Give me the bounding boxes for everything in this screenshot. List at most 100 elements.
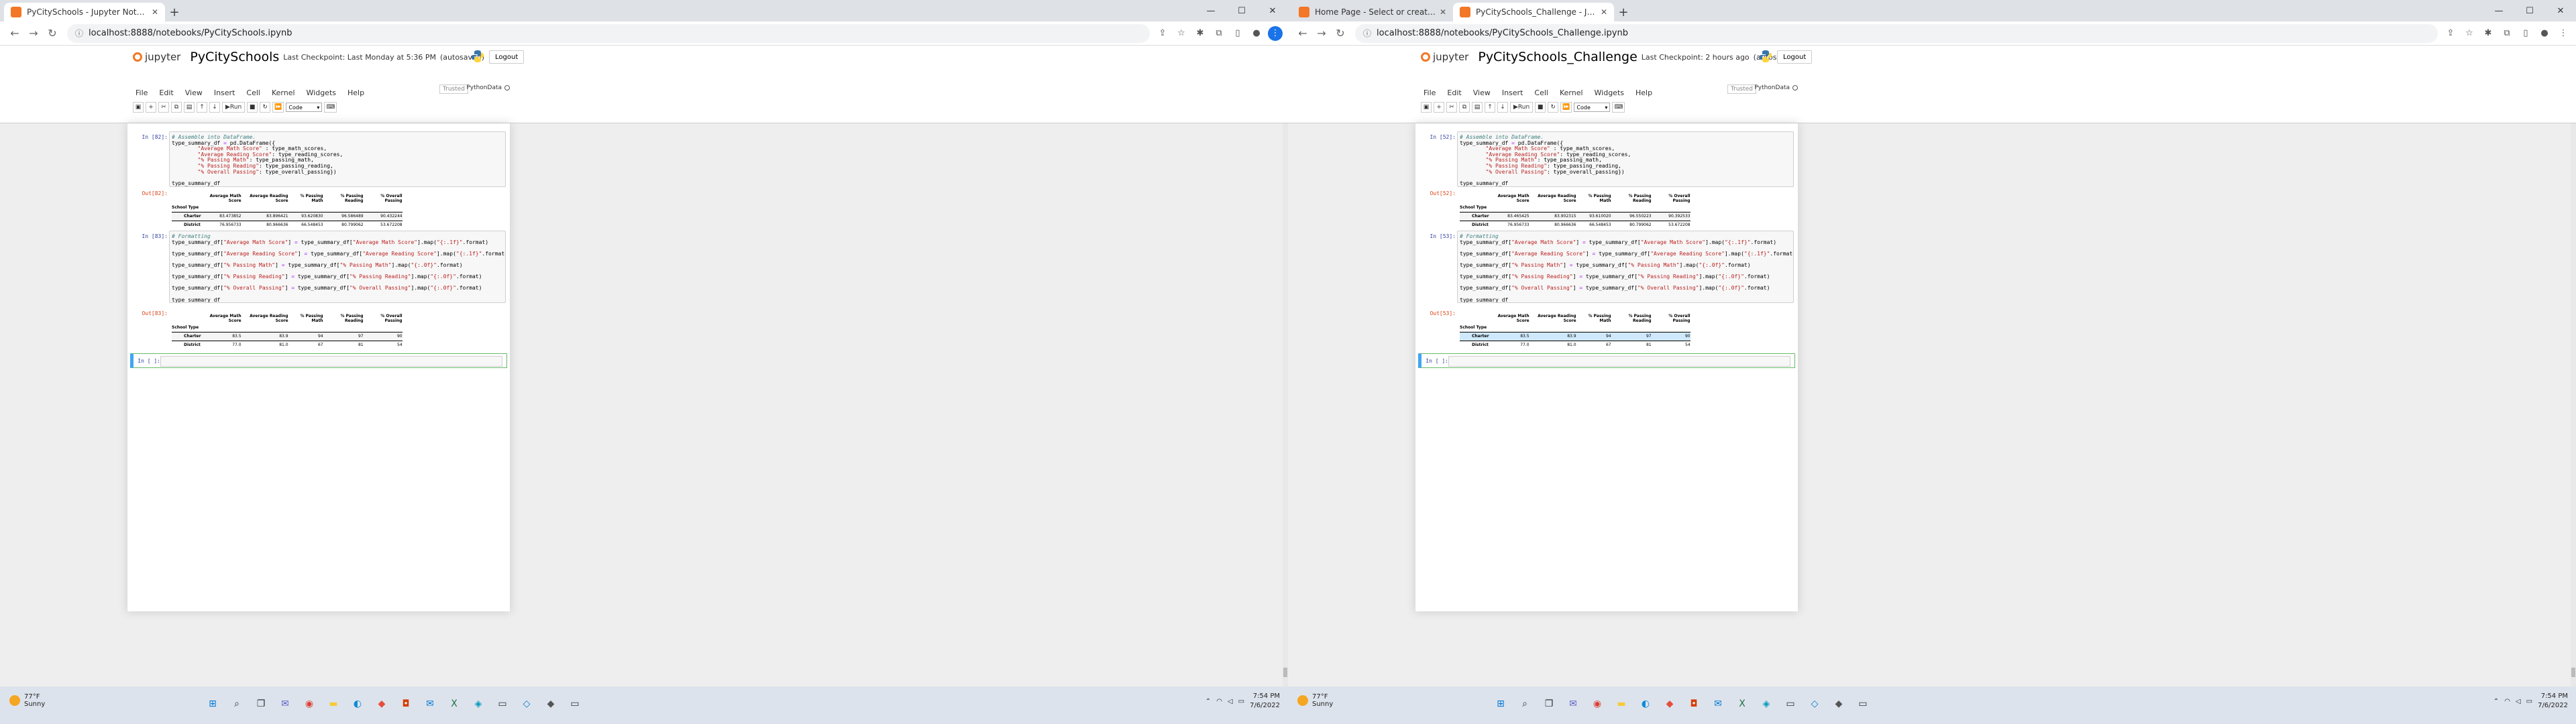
kernel-indicator[interactable]: PythonData: [466, 84, 510, 91]
mail-icon[interactable]: ✉: [421, 695, 439, 713]
excel-icon[interactable]: X: [445, 695, 464, 713]
mail-icon[interactable]: ✉: [1709, 695, 1727, 713]
cell-type-select[interactable]: Code ▾: [1574, 103, 1611, 112]
extension-icon[interactable]: ✱: [1193, 26, 1208, 41]
task-view-icon[interactable]: ❐: [1540, 695, 1558, 713]
share-icon[interactable]: ⇪: [1155, 26, 1170, 41]
wifi-icon[interactable]: ◠: [1216, 698, 1222, 705]
copy-icon[interactable]: ⧉: [1459, 102, 1470, 113]
browser-tab[interactable]: PyCitySchools - Jupyter Notebook ✕: [4, 3, 165, 21]
start-icon[interactable]: ⊞: [203, 695, 222, 713]
move-down-icon[interactable]: ↓: [209, 102, 220, 113]
monitor-icon[interactable]: ▭: [566, 695, 584, 713]
info-icon[interactable]: ⓘ: [1363, 27, 1371, 39]
start-icon[interactable]: ⊞: [1491, 695, 1510, 713]
trusted-badge[interactable]: Trusted: [1727, 84, 1756, 94]
menu-item-edit[interactable]: Edit: [159, 88, 173, 97]
task-view-icon[interactable]: ❐: [252, 695, 270, 713]
paste-icon[interactable]: ▤: [184, 102, 195, 113]
minimize-icon[interactable]: —: [1195, 0, 1226, 21]
empty-code-input[interactable]: [160, 356, 502, 367]
notebook-name[interactable]: PyCitySchools_Challenge: [1478, 50, 1637, 64]
code-cell-input[interactable]: # Formatting type_summary_df["Average Mat…: [169, 231, 506, 303]
menu-item-widgets[interactable]: Widgets: [307, 88, 336, 97]
logout-button[interactable]: Logout: [1777, 50, 1813, 64]
search-icon[interactable]: ⌕: [1515, 695, 1534, 713]
menu-item-insert[interactable]: Insert: [1502, 88, 1523, 97]
puzzle-icon[interactable]: ⧉: [2500, 26, 2514, 41]
wifi-icon[interactable]: ◠: [2504, 698, 2510, 705]
sidebar-icon[interactable]: ▯: [1230, 26, 1245, 41]
photos-icon[interactable]: ◈: [469, 695, 488, 713]
chat-icon[interactable]: ✉: [1564, 695, 1582, 713]
menu-item-insert[interactable]: Insert: [214, 88, 235, 97]
menu-icon[interactable]: ⋮: [1268, 25, 1283, 41]
vscode-icon[interactable]: ◇: [517, 695, 536, 713]
url-input[interactable]: ⓘ localhost:8888/notebooks/PyCitySchools_…: [1355, 23, 2438, 43]
menu-item-help[interactable]: Help: [1635, 88, 1652, 97]
menu-item-cell[interactable]: Cell: [1534, 88, 1548, 97]
logout-button[interactable]: Logout: [489, 50, 525, 64]
insert-cell-icon[interactable]: +: [1434, 102, 1444, 113]
code-cell-input[interactable]: # Assemble into DataFrame. type_summary_d…: [1457, 131, 1794, 187]
save-icon[interactable]: ▣: [1421, 102, 1432, 113]
chevron-up-icon[interactable]: ⌃: [2493, 698, 2499, 705]
monitor-icon[interactable]: ▭: [1854, 695, 1872, 713]
office-icon[interactable]: ◘: [396, 695, 415, 713]
keyboard-icon[interactable]: ⌨: [1612, 102, 1625, 113]
stop-icon[interactable]: ■: [1535, 102, 1546, 113]
menu-icon[interactable]: ⋮: [2556, 26, 2571, 41]
profile-icon[interactable]: ●: [2537, 26, 2552, 41]
battery-icon[interactable]: ▭: [2526, 698, 2532, 705]
volume-icon[interactable]: ◁: [2516, 698, 2521, 705]
profile-icon[interactable]: ●: [1249, 26, 1264, 41]
forward-icon[interactable]: →: [24, 24, 43, 43]
close-tab-icon[interactable]: ✕: [152, 7, 158, 17]
empty-code-input[interactable]: [1448, 356, 1790, 367]
git-icon[interactable]: ◆: [1829, 695, 1848, 713]
chrome-icon[interactable]: ◉: [1588, 695, 1607, 713]
file-explorer-icon[interactable]: ▬: [1612, 695, 1631, 713]
selected-empty-cell[interactable]: In [ ]:: [130, 353, 507, 368]
edge-icon[interactable]: ◐: [1636, 695, 1655, 713]
kernel-indicator[interactable]: PythonData: [1754, 84, 1798, 91]
fast-forward-icon[interactable]: ⏩: [1560, 102, 1572, 113]
vscode-icon[interactable]: ◇: [1805, 695, 1824, 713]
jupyter-logo[interactable]: jupyter: [133, 51, 180, 63]
volume-icon[interactable]: ◁: [1228, 698, 1233, 705]
menu-item-view[interactable]: View: [185, 88, 203, 97]
weather-widget[interactable]: 77°F Sunny: [9, 693, 45, 708]
restart-icon[interactable]: ↻: [1548, 102, 1559, 113]
back-icon[interactable]: ←: [1293, 24, 1312, 43]
code-cell-input[interactable]: # Assemble into DataFrame. type_summary_d…: [169, 131, 506, 187]
copy-icon[interactable]: ⧉: [171, 102, 182, 113]
search-icon[interactable]: ⌕: [227, 695, 246, 713]
restart-icon[interactable]: ↻: [260, 102, 271, 113]
cut-icon[interactable]: ✂: [158, 102, 169, 113]
move-up-icon[interactable]: ↑: [1485, 102, 1495, 113]
run-button[interactable]: ▶ Run: [222, 102, 246, 113]
app-red-icon[interactable]: ◆: [372, 695, 391, 713]
jupyter-logo[interactable]: jupyter: [1421, 51, 1468, 63]
close-tab-icon[interactable]: ✕: [1440, 7, 1446, 17]
code-cell-input[interactable]: # Formatting type_summary_df["Average Mat…: [1457, 231, 1794, 303]
menu-item-view[interactable]: View: [1473, 88, 1491, 97]
photos-icon[interactable]: ◈: [1757, 695, 1776, 713]
run-button[interactable]: ▶ Run: [1510, 102, 1534, 113]
maximize-icon[interactable]: ☐: [1226, 0, 1257, 21]
clock[interactable]: 7:54 PM 7/6/2022: [1250, 692, 1280, 711]
notebook-name[interactable]: PyCitySchools: [190, 50, 279, 64]
weather-widget[interactable]: 77°F Sunny: [1297, 693, 1333, 708]
menu-item-file[interactable]: File: [1424, 88, 1436, 97]
close-window-icon[interactable]: ✕: [1257, 0, 1288, 21]
star-icon[interactable]: ☆: [2462, 26, 2477, 41]
fast-forward-icon[interactable]: ⏩: [272, 102, 284, 113]
share-icon[interactable]: ⇪: [2443, 26, 2458, 41]
chevron-up-icon[interactable]: ⌃: [1205, 698, 1211, 705]
battery-icon[interactable]: ▭: [1238, 698, 1244, 705]
scrollbar[interactable]: [1283, 123, 1288, 686]
info-icon[interactable]: ⓘ: [75, 27, 83, 39]
save-icon[interactable]: ▣: [133, 102, 144, 113]
new-tab-icon[interactable]: +: [165, 3, 184, 21]
cut-icon[interactable]: ✂: [1446, 102, 1457, 113]
